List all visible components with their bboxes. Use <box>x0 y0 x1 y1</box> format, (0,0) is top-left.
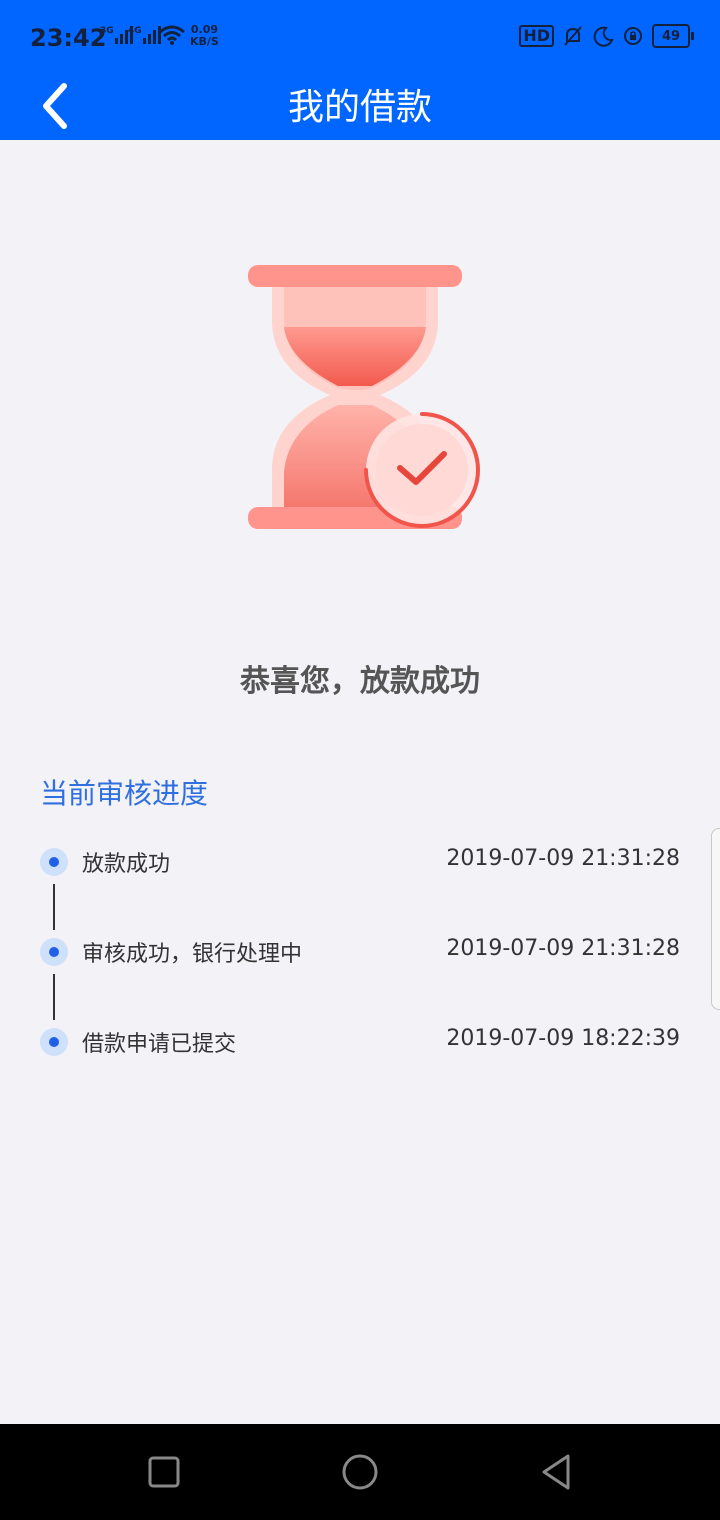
timeline-dot-icon <box>40 938 68 966</box>
wifi-icon <box>159 25 185 45</box>
triangle-back-icon[interactable] <box>536 1452 576 1492</box>
step-label: 审核成功，银行处理中 <box>82 942 303 967</box>
status-time: 23:42 <box>30 24 107 52</box>
signal-3g-label: 3G <box>100 26 114 36</box>
timeline-step: 借款申请已提交 2019-07-09 18:22:39 <box>40 1020 680 1110</box>
network-speed-unit: KB/S <box>190 35 219 48</box>
progress-timeline: 放款成功 2019-07-09 21:31:28 审核成功，银行处理中 2019… <box>40 840 680 1110</box>
section-title: 当前审核进度 <box>40 777 209 810</box>
step-time: 2019-07-09 21:31:28 <box>446 846 680 871</box>
rotation-lock-icon <box>624 27 642 45</box>
step-label: 借款申请已提交 <box>82 1032 237 1057</box>
timeline-connector <box>53 974 55 1020</box>
step-time: 2019-07-09 21:31:28 <box>446 936 680 961</box>
timeline-step: 放款成功 2019-07-09 21:31:28 <box>40 840 680 930</box>
page-title: 我的借款 <box>287 87 432 128</box>
timeline-dot-icon <box>40 1028 68 1056</box>
edge-drawer-handle[interactable] <box>711 828 720 1010</box>
timeline-connector <box>53 884 55 930</box>
timeline-dot-icon <box>40 848 68 876</box>
hourglass-check-icon <box>248 265 480 529</box>
signal-4g-label: 4G <box>128 26 142 36</box>
step-time: 2019-07-09 18:22:39 <box>446 1026 680 1051</box>
moon-icon <box>593 26 614 47</box>
square-icon[interactable] <box>144 1452 184 1492</box>
hd-voice-icon: HD <box>519 25 554 47</box>
mute-bell-icon <box>564 26 582 46</box>
network-speed: 0.09 KB/S <box>190 24 219 48</box>
result-title: 恭喜您，放款成功 <box>240 664 480 699</box>
status-bar: 23:42 3G 4G 0.09 KB/S HD 49 <box>0 0 720 72</box>
battery-icon: 49 <box>652 24 694 48</box>
header-bar: 我的借款 <box>0 72 720 140</box>
timeline-step: 审核成功，银行处理中 2019-07-09 21:31:28 <box>40 930 680 1020</box>
circle-icon[interactable] <box>340 1452 380 1492</box>
step-label: 放款成功 <box>82 852 171 877</box>
system-nav-bar <box>0 1424 720 1520</box>
